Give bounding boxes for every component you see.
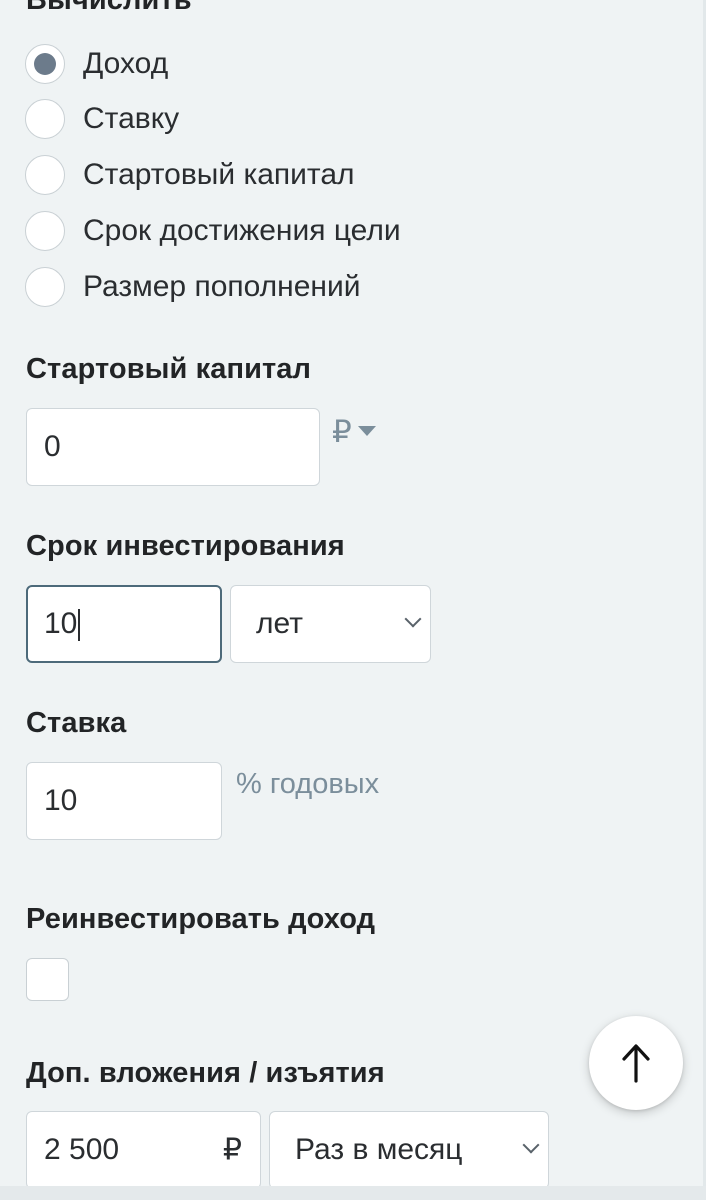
radio-option-contribution-size[interactable]: Размер пополнений: [25, 265, 361, 309]
term-value: 10: [44, 606, 78, 640]
start-capital-value: 0: [44, 430, 61, 463]
radio-button[interactable]: [25, 155, 65, 195]
radio-button[interactable]: [25, 99, 65, 139]
radio-option-start-capital[interactable]: Стартовый капитал: [25, 153, 355, 197]
radio-label: Доход: [83, 47, 169, 80]
radio-label: Ставку: [83, 102, 180, 135]
radio-label: Размер пополнений: [83, 270, 361, 303]
currency-selector[interactable]: ₽: [332, 414, 376, 450]
contributions-amount-input[interactable]: 2 500 ₽: [26, 1111, 261, 1189]
term-title: Срок инвестирования: [26, 530, 345, 562]
rate-input[interactable]: 10: [26, 762, 222, 840]
radio-option-rate[interactable]: Ставку: [25, 97, 179, 141]
triangle-down-icon: [357, 425, 376, 436]
start-capital-title: Стартовый капитал: [26, 353, 312, 385]
term-input[interactable]: 10: [26, 585, 222, 663]
radio-label: Срок достижения цели: [83, 214, 401, 247]
chevron-down-icon: [522, 1136, 540, 1154]
radio-button[interactable]: [25, 211, 65, 251]
contributions-title: Доп. вложения / изъятия: [26, 1057, 385, 1089]
radio-option-goal-term[interactable]: Срок достижения цели: [25, 209, 401, 253]
term-unit-value: лет: [256, 607, 303, 640]
contributions-frequency-value: Раз в месяц: [295, 1133, 463, 1166]
reinvest-checkbox[interactable]: [26, 958, 69, 1001]
reinvest-title: Реинвестировать доход: [26, 903, 376, 935]
rate-title: Ставка: [26, 707, 127, 739]
text-caret: [78, 609, 81, 642]
term-unit-select[interactable]: лет: [230, 585, 431, 663]
rate-value: 10: [44, 784, 78, 817]
radio-button[interactable]: [25, 267, 65, 307]
rate-suffix: % годовых: [236, 768, 380, 800]
radio-selected-dot: [34, 53, 56, 75]
contributions-frequency-select[interactable]: Раз в месяц: [269, 1111, 549, 1189]
chevron-down-icon: [404, 610, 422, 628]
scroll-to-top-button[interactable]: [589, 1016, 683, 1110]
radio-option-income[interactable]: Доход: [25, 42, 168, 86]
arrow-up-icon: [622, 1044, 650, 1083]
bottom-edge: [0, 1186, 706, 1200]
currency-symbol: ₽: [332, 414, 352, 449]
start-capital-input[interactable]: 0: [26, 408, 320, 486]
radio-label: Стартовый капитал: [83, 158, 355, 191]
contributions-amount-value: 2 500: [44, 1133, 120, 1166]
calc-section-title: Вычислить: [26, 0, 192, 16]
contributions-currency: ₽: [222, 1133, 242, 1167]
radio-button[interactable]: [25, 44, 65, 84]
